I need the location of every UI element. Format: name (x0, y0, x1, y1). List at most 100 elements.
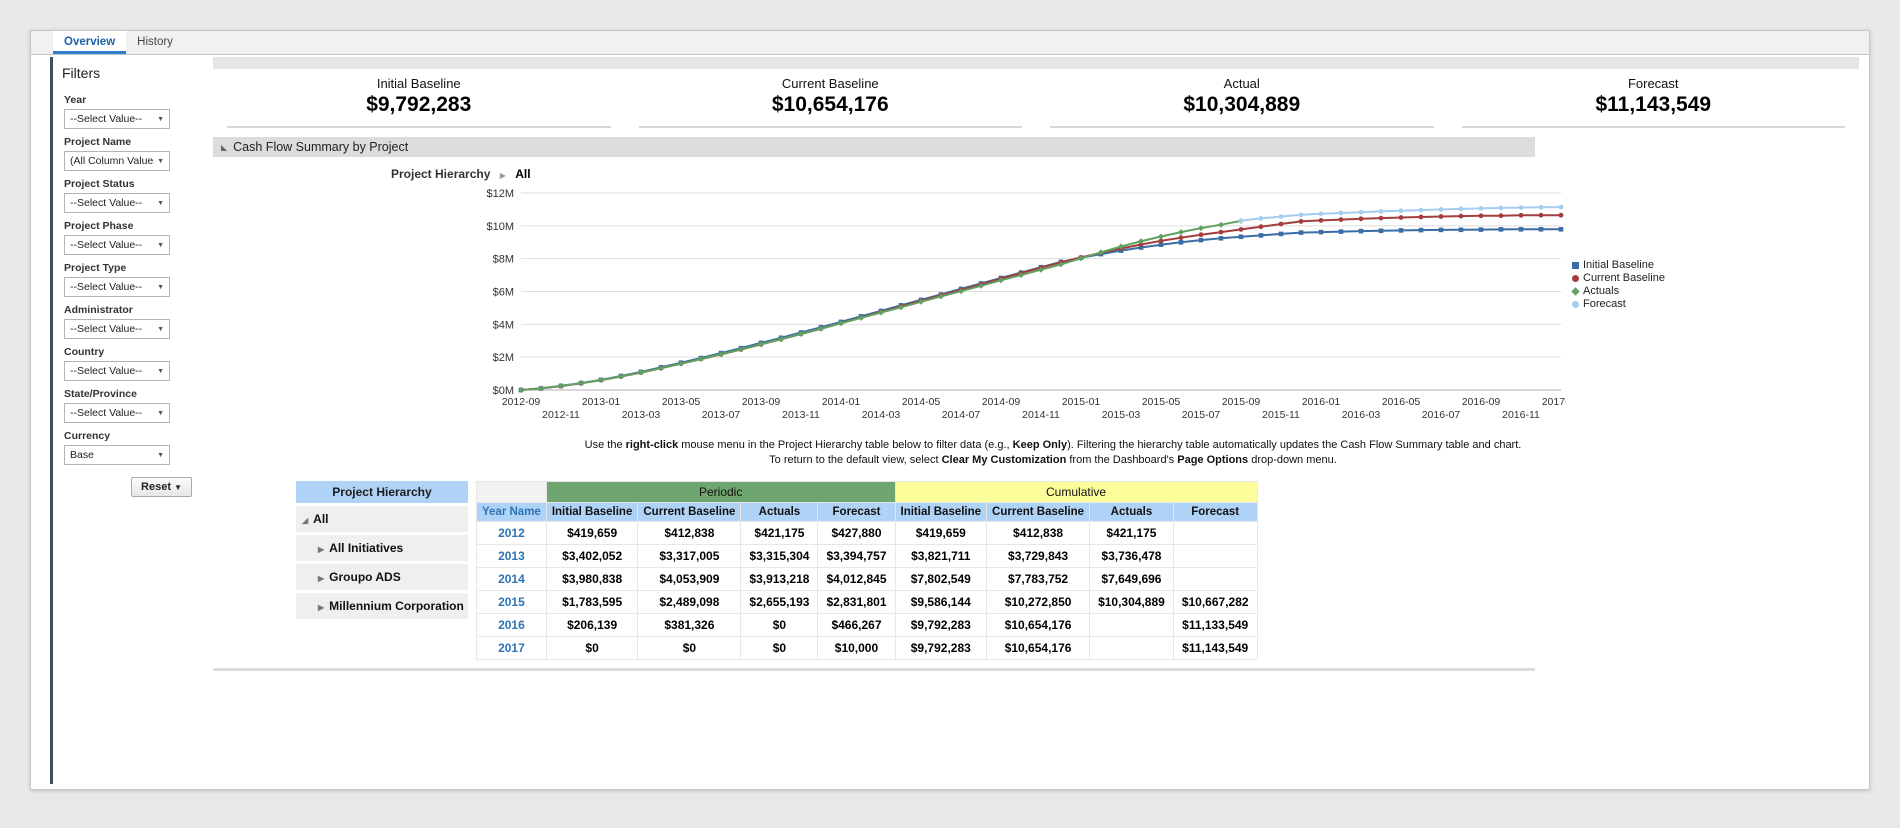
kpi-row: Initial Baseline$9,792,283Current Baseli… (213, 76, 1859, 128)
note-line-1: Use the right-click mouse menu in the Pr… (273, 438, 1833, 453)
value-cell: $3,736,478 (1090, 544, 1174, 567)
value-cell: $206,139 (546, 613, 638, 636)
svg-text:2015-09: 2015-09 (1222, 396, 1261, 408)
table-row: 2012$419,659$412,838$421,175$427,880$419… (477, 521, 1258, 544)
column-header-actuals[interactable]: Actuals (741, 502, 818, 521)
legend-item-actuals[interactable]: Actuals (1572, 285, 1665, 298)
filter-label-year: Year (64, 94, 213, 106)
filter-select-project-phase[interactable]: --Select Value--▼ (64, 235, 170, 255)
collapsed-triangle-icon[interactable]: ▶ (318, 574, 324, 583)
svg-text:2015-01: 2015-01 (1062, 396, 1101, 408)
svg-text:2016-03: 2016-03 (1342, 409, 1381, 421)
value-cell: $0 (741, 613, 818, 636)
breadcrumb-value[interactable]: All (515, 167, 530, 181)
hierarchy-row-groupo-ads[interactable]: ▶Groupo ADS (296, 562, 468, 591)
svg-text:2016-07: 2016-07 (1422, 409, 1461, 421)
filter-select-currency[interactable]: Base▼ (64, 445, 170, 465)
kpi-actual: Actual$10,304,889 (1050, 76, 1434, 128)
kpi-label: Forecast (1462, 76, 1846, 91)
year-link-2015[interactable]: 2015 (477, 590, 547, 613)
svg-text:2015-11: 2015-11 (1262, 409, 1300, 421)
value-cell: $427,880 (818, 521, 895, 544)
svg-text:2015-07: 2015-07 (1182, 409, 1221, 421)
year-link-2016[interactable]: 2016 (477, 613, 547, 636)
filter-label-project-phase: Project Phase (64, 220, 213, 232)
section-left-border (50, 57, 53, 784)
section-bottom-border (213, 668, 1535, 671)
expanded-triangle-icon[interactable]: ◢ (302, 516, 308, 525)
column-header-year-name[interactable]: Year Name (477, 502, 547, 521)
column-header-initial-baseline[interactable]: Initial Baseline (546, 502, 638, 521)
hierarchy-row-all[interactable]: ◢All (296, 504, 468, 533)
legend-item-forecast[interactable]: Forecast (1572, 298, 1665, 311)
tab-history[interactable]: History (126, 31, 184, 54)
filter-select-project-status[interactable]: --Select Value--▼ (64, 193, 170, 213)
value-cell: $2,831,801 (818, 590, 895, 613)
year-link-2014[interactable]: 2014 (477, 567, 547, 590)
legend-item-initial-baseline[interactable]: Initial Baseline (1572, 259, 1665, 272)
year-link-2013[interactable]: 2013 (477, 544, 547, 567)
kpi-value: $10,304,889 (1050, 93, 1434, 117)
hierarchy-row-millennium-corporation[interactable]: ▶Millennium Corporation (296, 591, 468, 619)
year-link-2012[interactable]: 2012 (477, 521, 547, 544)
value-cell: $7,649,696 (1090, 567, 1174, 590)
svg-text:2014-09: 2014-09 (982, 396, 1021, 408)
legend-label: Forecast (1583, 298, 1626, 311)
reset-row: Reset ▼ (64, 477, 192, 497)
legend-label: Actuals (1583, 285, 1619, 298)
filters-title: Filters (58, 55, 213, 87)
dropdown-arrow-icon: ▼ (157, 200, 164, 207)
collapsed-triangle-icon[interactable]: ▶ (318, 545, 324, 554)
filter-label-country: Country (64, 346, 213, 358)
legend-item-current-baseline[interactable]: Current Baseline (1572, 272, 1665, 285)
filter-label-administrator: Administrator (64, 304, 213, 316)
filter-field-project-name: Project Name(All Column Values)▼ (64, 136, 213, 171)
filter-label-currency: Currency (64, 430, 213, 442)
collapse-section-icon[interactable]: ◣ (221, 143, 227, 152)
svg-text:2016-05: 2016-05 (1382, 396, 1421, 408)
svg-text:2013-03: 2013-03 (622, 409, 661, 421)
svg-text:$4M: $4M (493, 319, 514, 331)
filter-select-state-province[interactable]: --Select Value--▼ (64, 403, 170, 423)
filter-select-year[interactable]: --Select Value--▼ (64, 109, 170, 129)
collapsed-triangle-icon[interactable]: ▶ (318, 603, 324, 612)
value-cell: $419,659 (546, 521, 638, 544)
svg-text:2016-09: 2016-09 (1462, 396, 1501, 408)
filter-select-project-name[interactable]: (All Column Values)▼ (64, 151, 170, 171)
column-header-current-baseline[interactable]: Current Baseline (987, 502, 1090, 521)
column-header-forecast[interactable]: Forecast (1173, 502, 1257, 521)
reset-button[interactable]: Reset ▼ (131, 477, 192, 497)
legend-marker-circle-icon (1572, 301, 1579, 308)
breadcrumb-arrow-icon: ▶ (500, 171, 506, 180)
note-line-2: To return to the default view, select Cl… (273, 453, 1833, 468)
svg-text:2015-03: 2015-03 (1102, 409, 1141, 421)
kpi-current-baseline: Current Baseline$10,654,176 (639, 76, 1023, 128)
value-cell: $9,792,283 (895, 636, 987, 659)
column-header-actuals[interactable]: Actuals (1090, 502, 1174, 521)
dashboard-card: OverviewHistory Filters Year --Select Val… (30, 30, 1870, 790)
filter-value-project-type: --Select Value-- (70, 281, 142, 293)
filter-field-project-phase: Project Phase --Select Value--▼ (64, 220, 213, 255)
column-header-initial-baseline[interactable]: Initial Baseline (895, 502, 987, 521)
value-cell: $421,175 (741, 521, 818, 544)
column-header-forecast[interactable]: Forecast (818, 502, 895, 521)
column-header-current-baseline[interactable]: Current Baseline (638, 502, 741, 521)
tab-overview[interactable]: Overview (53, 31, 126, 54)
filter-select-project-type[interactable]: --Select Value--▼ (64, 277, 170, 297)
dropdown-arrow-icon: ▼ (157, 242, 164, 249)
note-bold-text: right-click (626, 439, 679, 451)
filter-select-administrator[interactable]: --Select Value--▼ (64, 319, 170, 339)
value-cell: $3,980,838 (546, 567, 638, 590)
legend-marker-diamond-icon (1571, 287, 1579, 295)
value-cell: $0 (741, 636, 818, 659)
value-cell: $7,783,752 (987, 567, 1090, 590)
hierarchy-row-all-initiatives[interactable]: ▶All Initiatives (296, 533, 468, 562)
filter-value-country: --Select Value-- (70, 365, 142, 377)
note-bold-text: Clear My Customization (942, 454, 1067, 466)
hierarchy-header[interactable]: Project Hierarchy (296, 481, 468, 505)
value-cell: $4,053,909 (638, 567, 741, 590)
filter-select-country[interactable]: --Select Value--▼ (64, 361, 170, 381)
filter-field-country: Country --Select Value--▼ (64, 346, 213, 381)
year-link-2017[interactable]: 2017 (477, 636, 547, 659)
filter-field-project-status: Project Status--Select Value--▼ (64, 178, 213, 213)
